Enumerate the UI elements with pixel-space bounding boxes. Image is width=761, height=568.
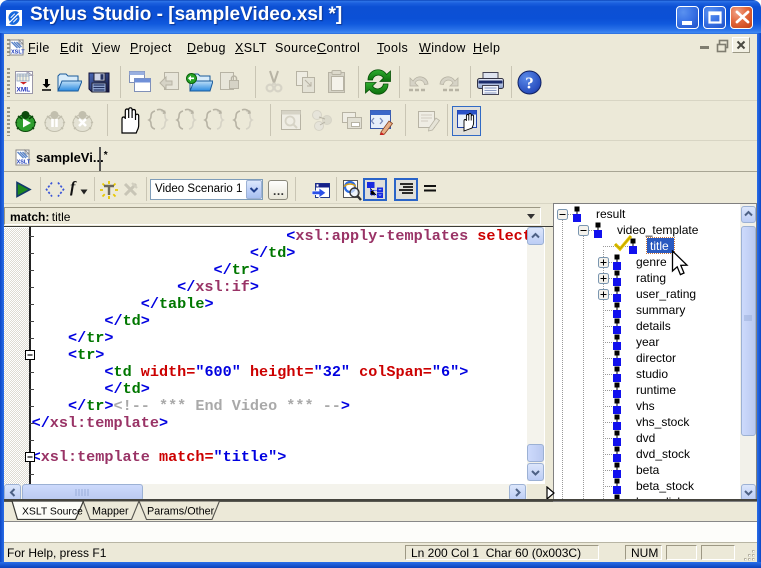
- svg-text:XML: XML: [17, 87, 31, 94]
- svg-text:XSLT: XSLT: [11, 50, 25, 56]
- svg-text:Mapper: Mapper: [92, 506, 129, 518]
- svg-text:XSLT Source: XSLT Source: [22, 507, 83, 518]
- svg-text:Params/Other: Params/Other: [147, 506, 215, 518]
- svg-text:XSLT: XSLT: [17, 160, 31, 166]
- svg-text:?: ?: [525, 74, 534, 93]
